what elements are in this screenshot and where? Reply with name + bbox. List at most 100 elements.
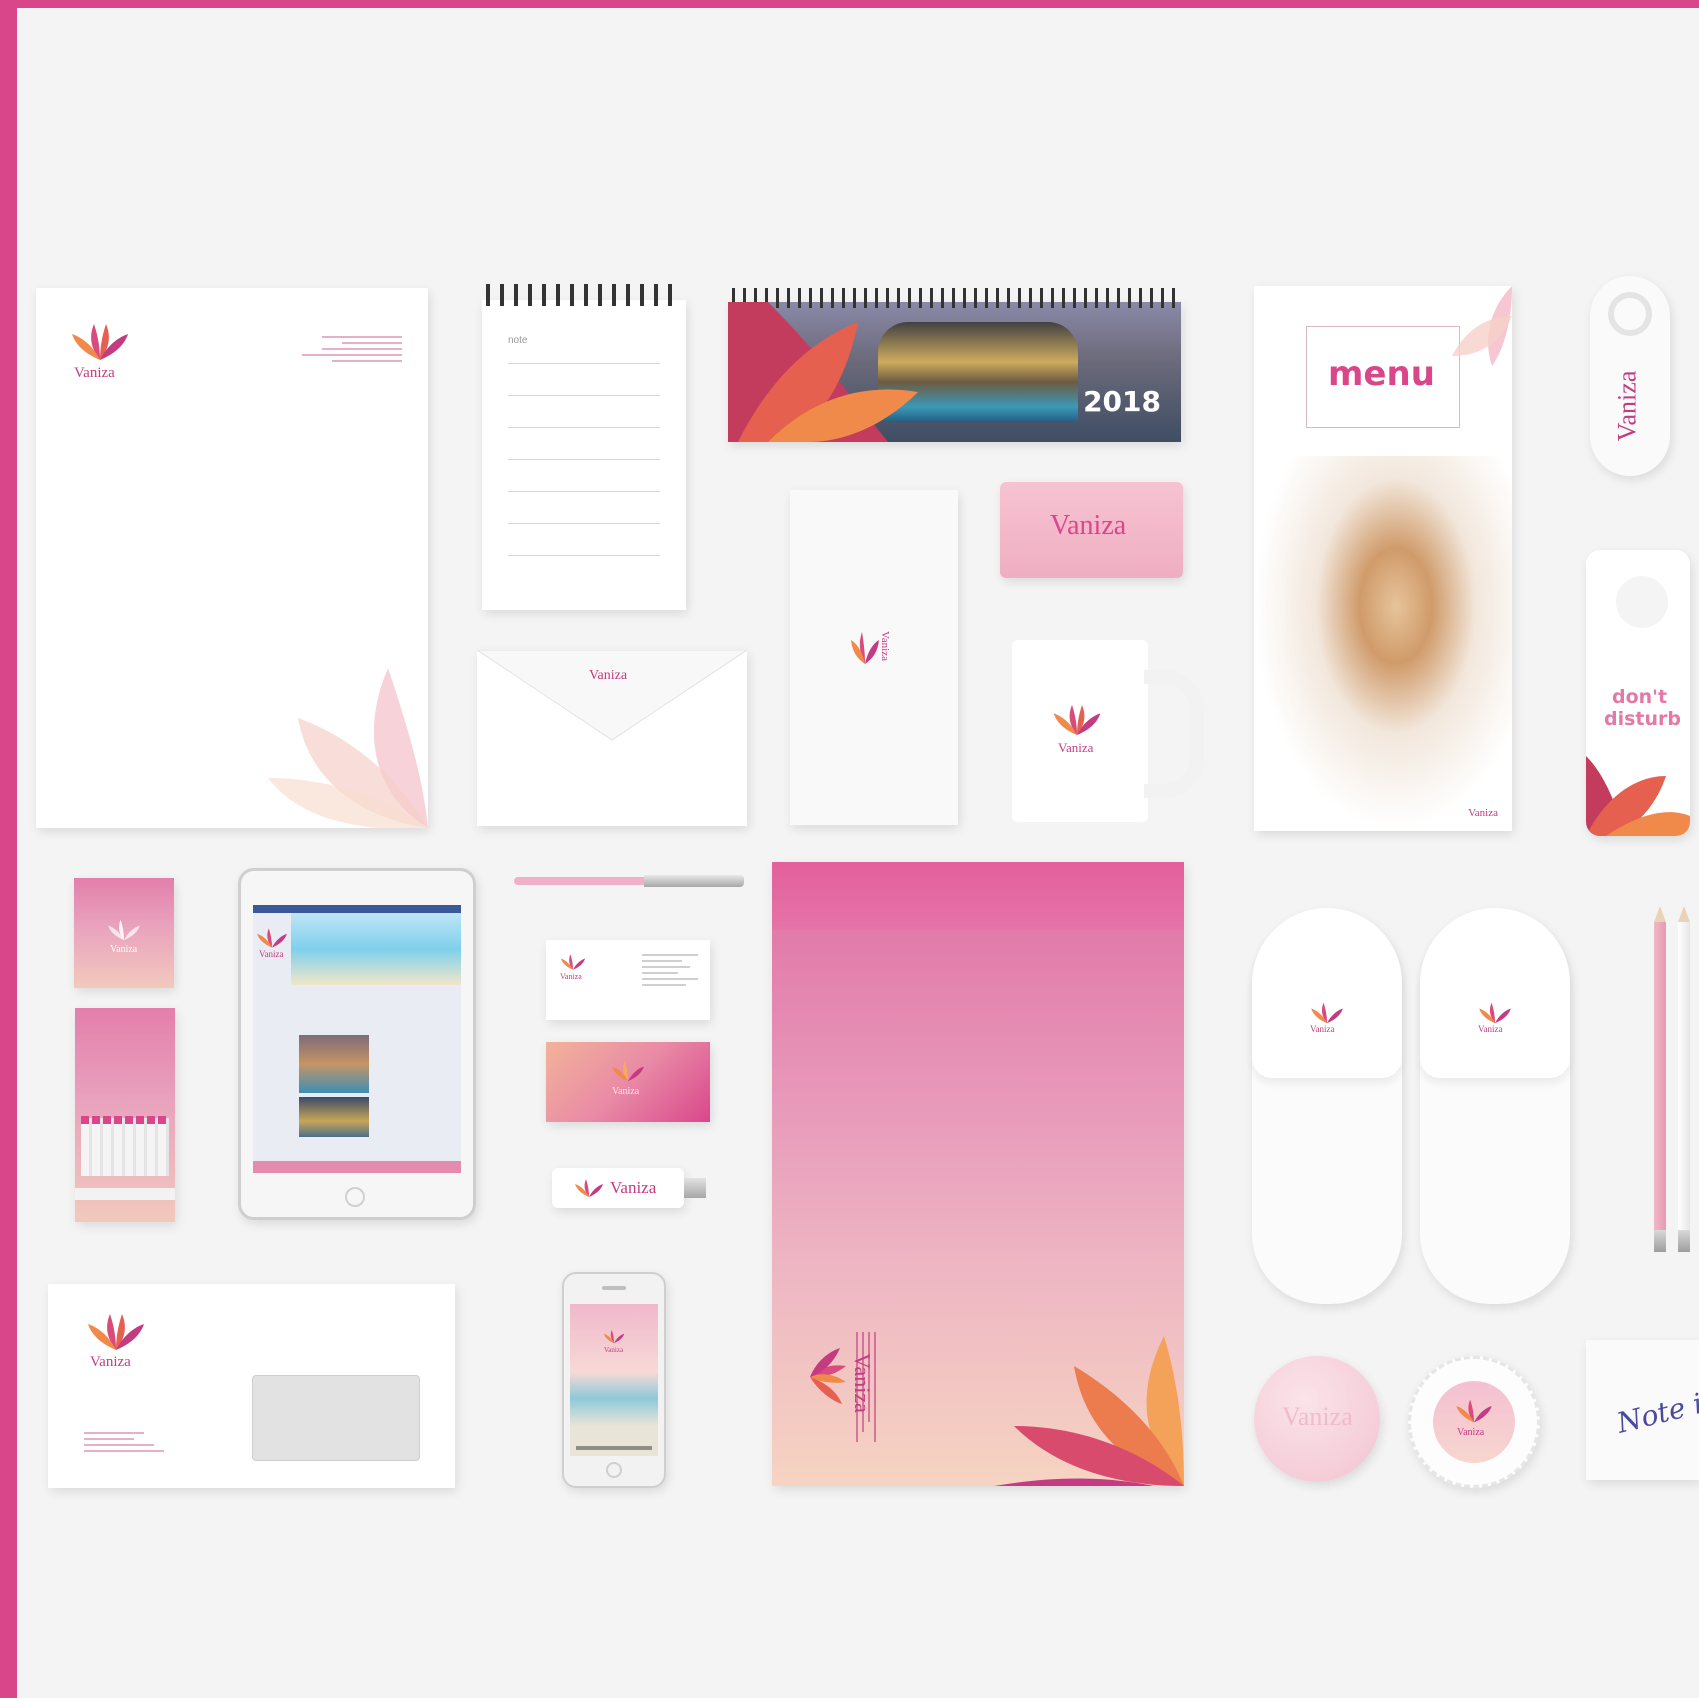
window-envelope-brand-name: Vaniza <box>90 1354 131 1370</box>
phone-screen: Vaniza <box>570 1304 658 1456</box>
card-back-brand-name: Vaniza <box>612 1086 640 1097</box>
tablet-device: Vaniza <box>238 868 476 1220</box>
lotus-watermark-icon <box>268 668 428 828</box>
window-envelope-return-address <box>84 1432 164 1456</box>
opener-brand-name: Vaniza <box>1612 370 1642 442</box>
card-lotus-icon <box>560 954 586 970</box>
matchbox-lotus-icon <box>108 919 140 941</box>
door-hanger-line1: don't <box>1612 686 1668 708</box>
window-envelope: Vaniza <box>48 1284 455 1488</box>
window-envelope-lotus-icon <box>88 1314 144 1350</box>
business-card-front: Vaniza <box>546 940 710 1020</box>
phone-lotus-icon <box>603 1329 625 1344</box>
tablet-screen: Vaniza <box>253 905 461 1173</box>
letterhead-sheet: Vaniza <box>36 288 428 828</box>
towel-lotus-icon <box>851 632 879 664</box>
tablet-post-photo <box>299 1035 369 1093</box>
usb-brand-name: Vaniza <box>610 1178 657 1197</box>
door-hanger-line2: disturb <box>1604 708 1682 730</box>
large-envelope-lotus-corner-icon <box>994 1336 1184 1486</box>
card-contact-block <box>642 954 698 990</box>
slipper-left-lotus-icon <box>1311 1002 1343 1024</box>
soap-box: Vaniza <box>1408 1356 1540 1488</box>
spiral-notepad: note <box>482 284 686 610</box>
tablet-footer-bar <box>253 1161 461 1173</box>
large-envelope-flap <box>772 862 1184 930</box>
opener-hole <box>1608 292 1652 336</box>
window-envelope-address-window <box>252 1375 420 1461</box>
soap-box-brand-name: Vaniza <box>1457 1427 1485 1438</box>
letterhead-brand-name: Vaniza <box>74 365 115 381</box>
slipper-right: Vaniza <box>1420 908 1570 1304</box>
letterhead-address-block <box>302 336 402 366</box>
tablet-nav-bar <box>253 905 461 913</box>
left-pink-border <box>0 0 17 1698</box>
door-hanger: don't disturb <box>1586 550 1690 836</box>
notepad-spiral <box>486 284 682 306</box>
menu-title: menu <box>1328 354 1435 394</box>
menu-lotus-corner-icon <box>1452 286 1512 366</box>
small-envelope: Vaniza <box>477 650 747 826</box>
lotus-logo-icon <box>72 324 128 360</box>
folded-towel: Vaniza <box>790 490 958 825</box>
pencil-2 <box>1678 906 1690 1252</box>
wet-wipe-sachet: Vaniza <box>1000 482 1183 578</box>
menu-footer-logo: Vaniza <box>1468 807 1498 819</box>
calendar-year: 2018 <box>1083 385 1161 418</box>
large-envelope: Vaniza <box>772 862 1184 1486</box>
slipper-right-strap <box>1420 908 1570 1078</box>
matchbox-cover: Vaniza <box>74 878 174 988</box>
pencil-1-tip <box>1654 906 1666 922</box>
pencil-1 <box>1654 906 1666 1252</box>
coffee-mug: Vaniza <box>1012 640 1204 822</box>
smartphone-device: Vaniza <box>562 1272 666 1488</box>
tablet-post-photo-2 <box>299 1097 369 1137</box>
envelope-flap <box>477 650 747 741</box>
wet-wipe-logo: Vaniza <box>1050 510 1127 541</box>
usb-flash-drive: Vaniza <box>552 1168 706 1208</box>
ballpoint-pen <box>514 875 744 887</box>
mug-brand-name: Vaniza <box>1058 740 1094 755</box>
phone-home-button[interactable] <box>606 1462 622 1478</box>
soap-box-lotus-icon <box>1456 1399 1492 1423</box>
sticky-note-text: Note it! <box>1613 1381 1699 1440</box>
business-card-back: Vaniza <box>546 1042 710 1122</box>
sticky-note: Note it! <box>1586 1340 1699 1480</box>
menu-food-photo <box>1254 456 1512 831</box>
matchbox-brand-name: Vaniza <box>110 944 138 955</box>
restaurant-menu: menu Vaniza <box>1254 286 1512 831</box>
pen-clip <box>644 875 744 887</box>
tablet-profile-name: Vaniza <box>259 949 284 959</box>
mug-lotus-icon <box>1053 705 1101 735</box>
desk-calendar: 2018 <box>728 288 1181 442</box>
slipper-left: Vaniza <box>1252 908 1402 1304</box>
notepad-lines <box>508 363 660 587</box>
slipper-right-lotus-icon <box>1479 1002 1511 1024</box>
slipper-left-brand-name: Vaniza <box>1310 1024 1335 1034</box>
soap-bar: Vaniza <box>1254 1356 1380 1482</box>
small-envelope-logo: Vaniza <box>589 668 628 683</box>
slipper-right-brand-name: Vaniza <box>1478 1024 1503 1034</box>
stationery-mockup-canvas: Vaniza note 2018 Vaniza Vaniza Vaniza Va… <box>0 0 1699 1698</box>
pen-body <box>514 877 644 885</box>
notepad-label: note <box>508 335 528 346</box>
card-back-lotus-icon <box>612 1060 644 1082</box>
matchbook-open <box>75 1008 175 1222</box>
calendar-lotus-icon <box>728 302 918 442</box>
phone-dock-bar <box>576 1446 652 1450</box>
tablet-home-button[interactable] <box>345 1187 365 1207</box>
matchbook-match-heads <box>81 1116 169 1124</box>
pencil-2-tip <box>1678 906 1690 922</box>
slipper-left-strap <box>1252 908 1402 1078</box>
soap-brand-name: Vaniza <box>1282 1402 1353 1431</box>
door-hanger-lotus-icon <box>1586 756 1690 836</box>
matchbook-matches <box>81 1118 169 1176</box>
door-hanger-hole <box>1616 576 1668 628</box>
usb-connector <box>684 1178 706 1198</box>
mug-handle <box>1144 670 1204 798</box>
matchbook-strip <box>75 1188 175 1200</box>
pencil-2-ferrule <box>1678 1230 1690 1252</box>
pencil-1-ferrule <box>1654 1230 1666 1252</box>
usb-lotus-icon <box>575 1179 603 1197</box>
towel-brand-name: Vaniza <box>878 631 891 661</box>
